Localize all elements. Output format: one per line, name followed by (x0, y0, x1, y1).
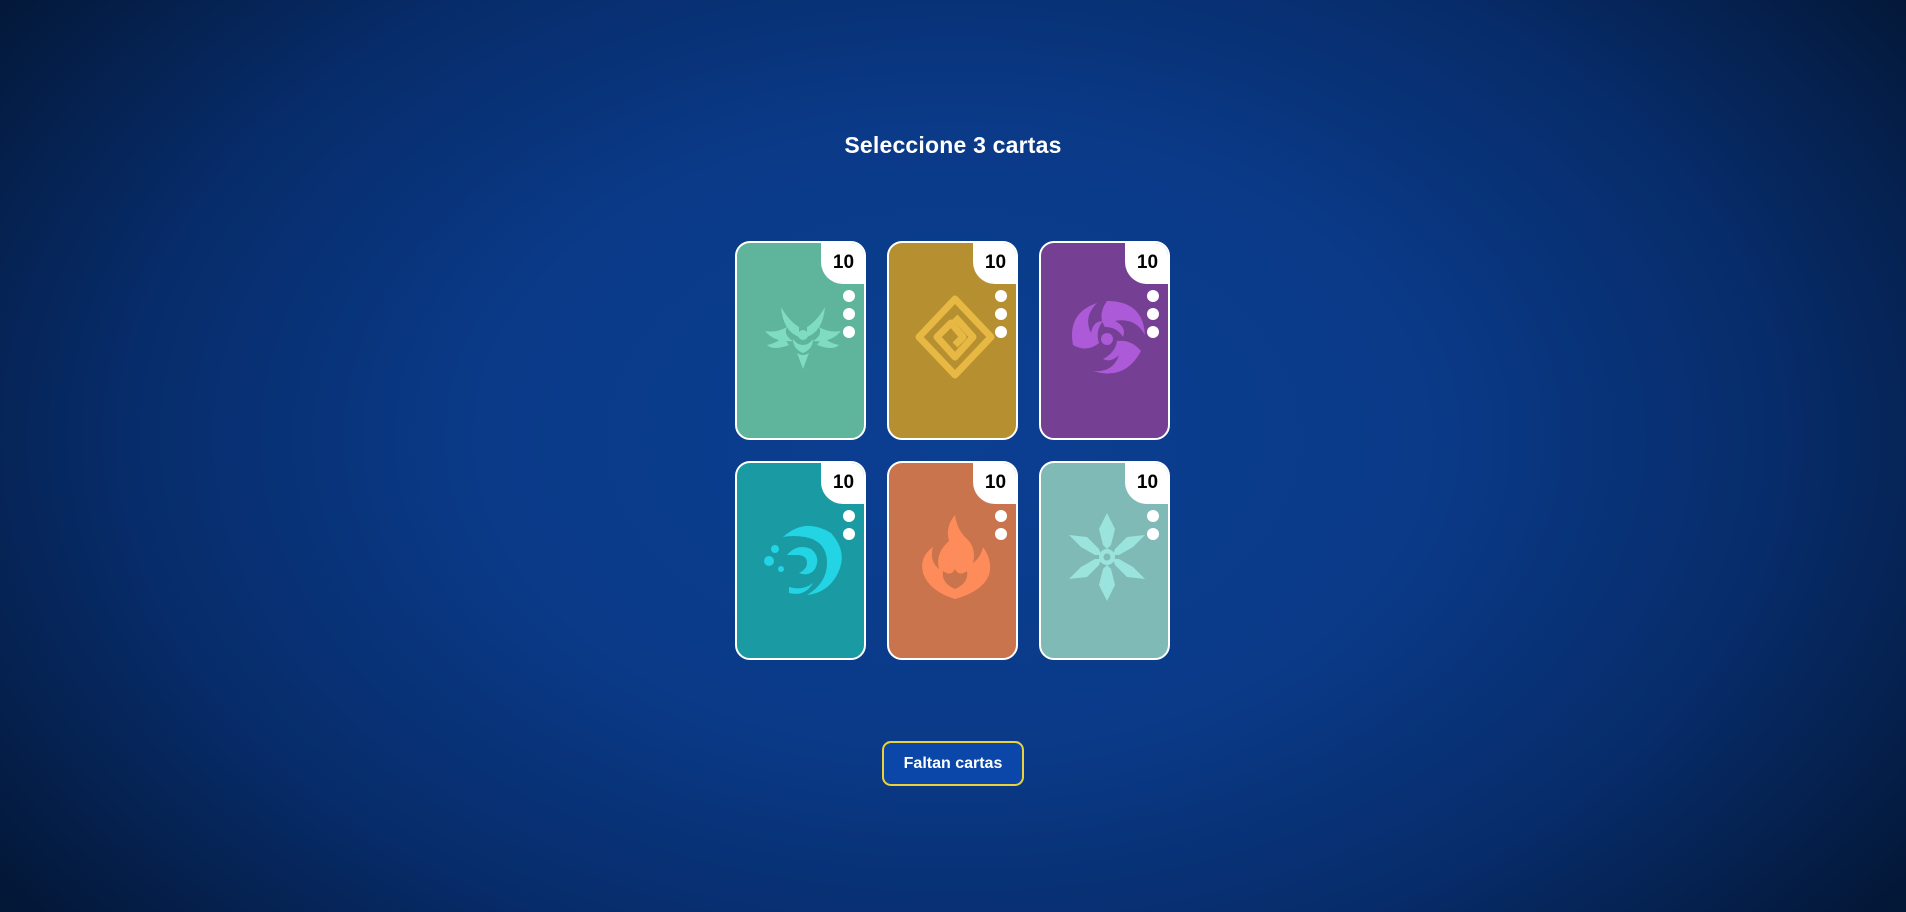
card-pyro[interactable]: 10 (887, 461, 1018, 660)
pyro-icon (922, 515, 991, 599)
status-button[interactable]: Faltan cartas (882, 741, 1024, 786)
card-count-badge: 10 (973, 243, 1016, 284)
card-cryo[interactable]: 10 (1039, 461, 1170, 660)
card-count-badge: 10 (821, 243, 864, 284)
card-grid: 10 10 10 10 10 10 (735, 241, 1171, 660)
card-count-badge: 10 (973, 463, 1016, 504)
geo-icon (915, 295, 995, 379)
card-geo[interactable]: 10 (887, 241, 1018, 440)
card-count-badge: 10 (821, 463, 864, 504)
cryo-icon (1069, 513, 1145, 601)
page-title: Seleccione 3 cartas (844, 132, 1062, 158)
card-count-badge: 10 (1125, 463, 1168, 504)
card-count-badge: 10 (1125, 243, 1168, 284)
hydro-icon (764, 525, 842, 595)
card-electro[interactable]: 10 (1039, 241, 1170, 440)
anemo-icon (765, 307, 841, 369)
card-anemo[interactable]: 10 (735, 241, 866, 440)
card-hydro[interactable]: 10 (735, 461, 866, 660)
electro-icon (1072, 301, 1145, 374)
